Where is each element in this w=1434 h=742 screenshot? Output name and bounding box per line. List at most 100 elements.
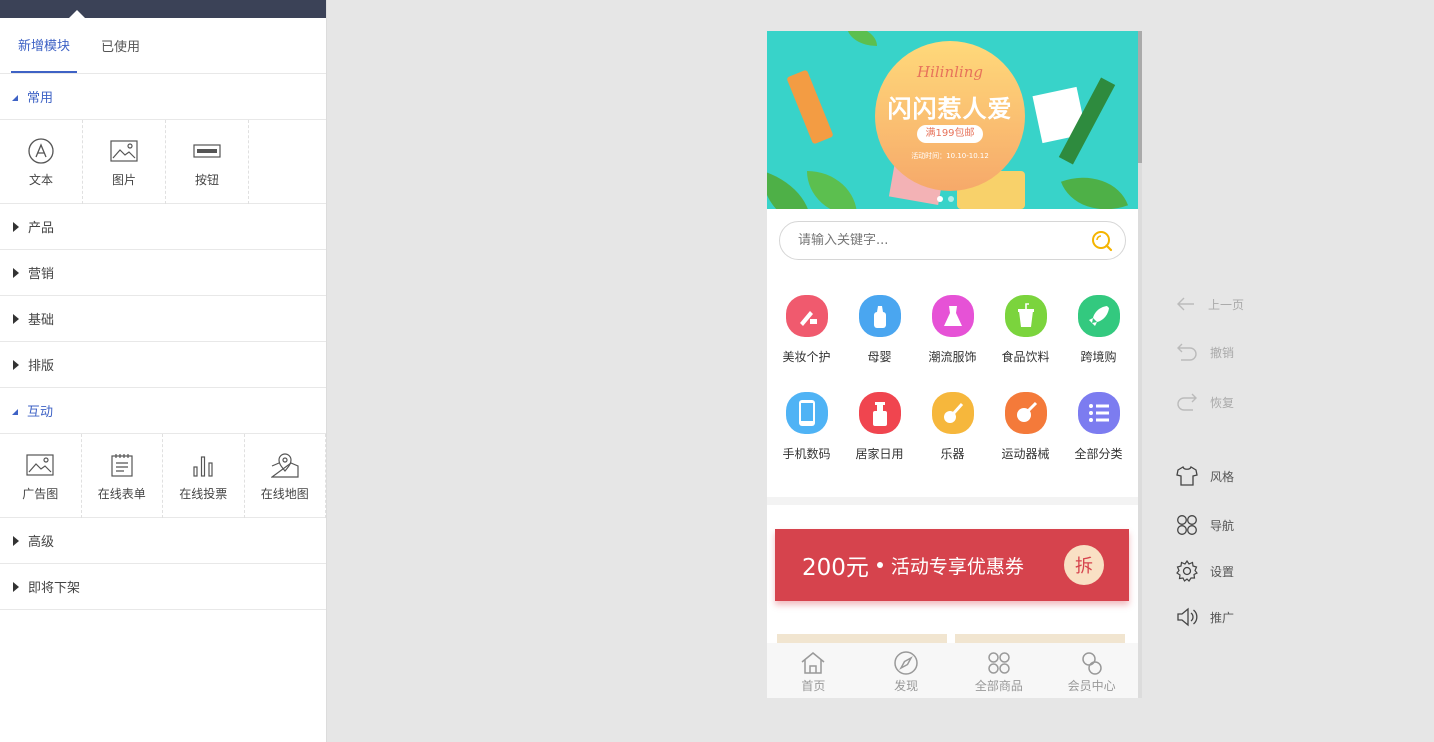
search-bar [779,221,1126,260]
vote-chart-icon [188,451,218,479]
category-fashion[interactable]: 潮流服饰 [916,295,989,392]
category-label: 食品饮料 [1001,350,1050,364]
grid-nav-icon [1177,515,1197,535]
section-delisting[interactable]: 即将下架 [0,564,326,610]
coupon-amount: 200元 [802,555,869,581]
module-button[interactable]: 按钮 [166,120,249,204]
coupon-open-button[interactable]: 拆 [1064,545,1104,585]
module-online-map[interactable]: 在线地图 [245,434,326,518]
module-panel: 新增模块 已使用 常用 文本 图片 按钮 产品 营销 基础 排版 互动 广告图 … [0,0,327,742]
category-sports[interactable]: 运动器械 [989,392,1062,489]
category-baby[interactable]: 母婴 [843,295,916,392]
section-marketing[interactable]: 营销 [0,250,326,296]
leaf-decoration [807,171,857,209]
module-tabs: 新增模块 已使用 [0,18,326,74]
section-interactive[interactable]: 互动 [0,388,326,434]
collapse-arrow-icon [13,221,19,232]
style-button[interactable]: 风格 [1176,466,1234,486]
nav-label: 发现 [894,679,919,693]
undo-icon [1177,343,1197,361]
section-title: 常用 [27,91,54,106]
tab-pointer [69,10,85,18]
section-title: 营销 [28,267,55,282]
coupon-separator [876,562,883,568]
search-icon[interactable] [1091,230,1113,252]
carousel-dot[interactable] [937,196,943,202]
banner-brand: Hilinling [917,63,983,81]
category-label: 全部分类 [1074,447,1123,461]
form-icon [107,451,137,479]
nav-home[interactable]: 首页 [767,643,860,698]
nav-member-center[interactable]: 会员中心 [1045,643,1138,698]
promo-banner[interactable]: Hilinling 闪闪惹人爱 满199包邮 活动时间：10.10-10.12 [767,31,1138,209]
tool-label: 撤销 [1210,345,1235,360]
grid-icon [988,652,1010,674]
section-advanced[interactable]: 高级 [0,518,326,564]
redo-button[interactable]: 恢复 [1176,392,1234,412]
preview-scrollbar[interactable] [1138,31,1142,698]
arrow-left-icon [1177,297,1194,311]
gear-icon [1176,560,1198,582]
section-product[interactable]: 产品 [0,204,326,250]
dress-icon [931,295,974,337]
expand-arrow-icon [12,94,18,101]
section-common[interactable]: 常用 [0,74,326,120]
tool-label: 推广 [1210,610,1235,625]
module-ad-image[interactable]: 广告图 [0,434,82,518]
category-label: 母婴 [867,350,892,364]
collapse-arrow-icon [13,313,19,324]
bottle-icon [858,392,901,434]
category-food[interactable]: 食品饮料 [989,295,1062,392]
top-bar [0,0,326,18]
module-text[interactable]: 文本 [0,120,83,204]
settings-button[interactable]: 设置 [1176,560,1234,582]
promote-button[interactable]: 推广 [1176,607,1234,627]
nav-all-products[interactable]: 全部商品 [953,643,1046,698]
collapse-arrow-icon [13,581,19,592]
interactive-module-grid: 广告图 在线表单 在线投票 在线地图 [0,434,326,518]
nav-label: 首页 [801,679,826,693]
category-label: 乐器 [940,447,965,461]
ad-image-icon [25,451,55,479]
list-icon [1077,392,1120,434]
category-label: 跨境购 [1080,350,1117,364]
button-icon [192,137,222,165]
module-label: 在线地图 [260,486,309,501]
tab-used-modules[interactable]: 已使用 [94,18,147,73]
banner-headline: 闪闪惹人爱 [887,95,1013,123]
category-label: 潮流服饰 [928,350,977,364]
scrollbar-thumb[interactable] [1138,31,1142,163]
category-label: 运动器械 [1001,447,1050,461]
banner-date: 活动时间：10.10-10.12 [911,152,989,160]
module-image[interactable]: 图片 [83,120,166,204]
prev-page-button[interactable]: 上一页 [1176,295,1244,313]
section-title: 高级 [28,535,55,550]
module-online-form[interactable]: 在线表单 [82,434,163,518]
tab-new-modules[interactable]: 新增模块 [11,18,78,73]
search-input[interactable] [798,233,1078,248]
category-cross-border[interactable]: 跨境购 [1062,295,1135,392]
nav-label: 全部商品 [974,679,1023,693]
coupon-description: 活动专享优惠券 [890,555,1024,578]
undo-button[interactable]: 撤销 [1176,342,1234,362]
nav-discover[interactable]: 发现 [860,643,953,698]
module-label: 文本 [28,172,53,187]
category-beauty[interactable]: 美妆个护 [770,295,843,392]
section-basic[interactable]: 基础 [0,296,326,342]
category-digital[interactable]: 手机数码 [770,392,843,489]
section-layout[interactable]: 排版 [0,342,326,388]
category-all[interactable]: 全部分类 [1062,392,1135,489]
module-label: 在线投票 [179,486,228,501]
baby-bottle-icon [858,295,901,337]
tool-label: 导航 [1210,518,1235,533]
ball-icon [1004,392,1047,434]
navigation-button[interactable]: 导航 [1176,514,1234,536]
coupon-card[interactable]: 200元 活动专享优惠券 拆 [775,529,1129,601]
section-title: 即将下架 [28,581,81,596]
category-household[interactable]: 居家日用 [843,392,916,489]
module-online-vote[interactable]: 在线投票 [163,434,245,518]
category-instruments[interactable]: 乐器 [916,392,989,489]
redo-icon [1177,393,1197,411]
carousel-dot[interactable] [948,196,954,202]
module-label: 图片 [111,172,136,187]
